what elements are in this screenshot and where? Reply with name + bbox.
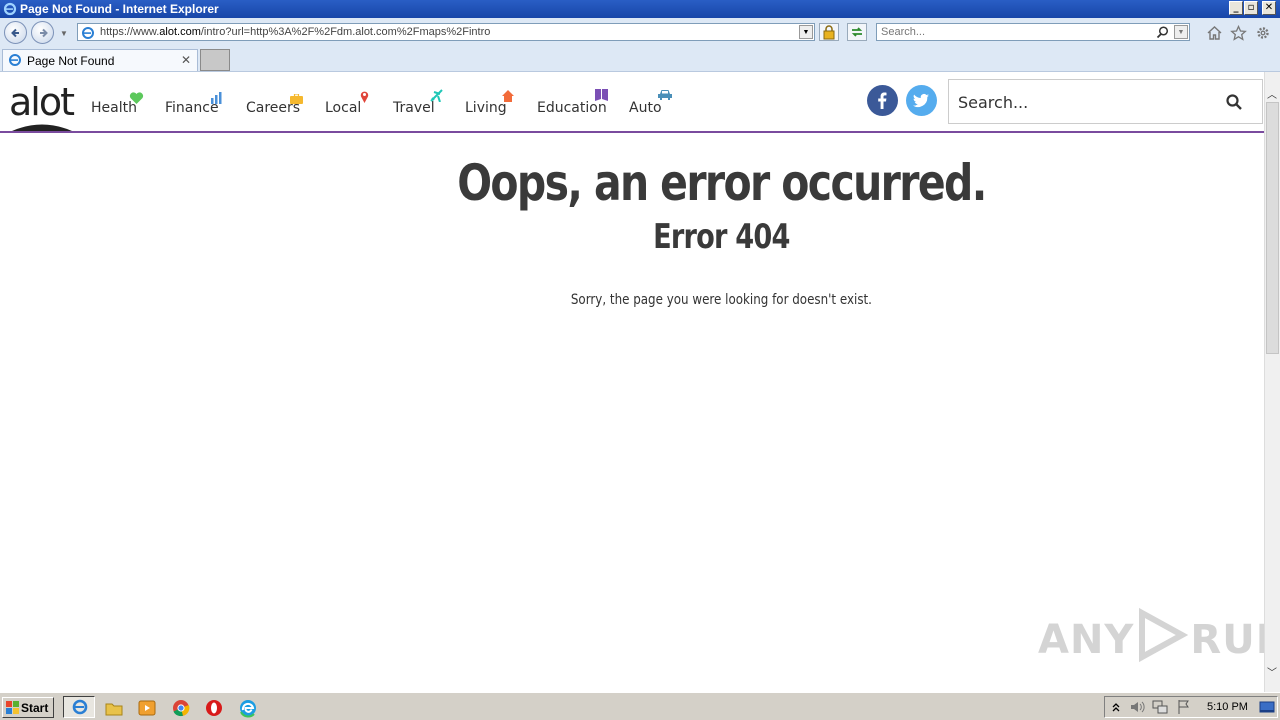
refresh-arrows-icon [851,27,863,37]
search-dropdown-icon[interactable]: ▼ [1174,25,1188,39]
favorites-star-icon[interactable] [1230,25,1247,41]
tab-page-not-found[interactable]: Page Not Found ✕ [2,49,198,71]
ie-page-icon [9,54,21,66]
search-icon[interactable] [1226,94,1242,110]
house-icon [502,90,514,102]
twitter-icon [913,93,929,108]
system-tray [1104,696,1278,718]
page-viewport: alot Health Finance Careers Local Travel… [0,72,1264,692]
bar-chart-icon [211,92,222,104]
new-tab-button[interactable] [200,49,230,71]
edge-icon[interactable] [238,698,258,718]
internet-explorer-icon [3,2,17,16]
site-logo[interactable]: alot [9,82,75,122]
restore-button[interactable]: ▫ [1244,1,1258,15]
briefcase-icon [290,94,303,104]
car-icon [658,90,672,100]
home-icon[interactable] [1206,25,1223,41]
close-tab-icon[interactable]: ✕ [181,53,191,67]
windows-taskbar: Start 5:10 PM [0,692,1280,720]
search-icon[interactable] [1156,26,1169,39]
forward-arrow-icon [40,28,48,38]
taskbar-clock[interactable]: 5:10 PM [1207,701,1248,713]
windows-flag-icon [6,701,19,714]
address-dropdown-icon[interactable]: ▼ [799,25,813,39]
airplane-icon [430,89,443,102]
back-button[interactable] [4,21,27,44]
lock-icon [823,25,835,40]
compatibility-view-button[interactable] [847,23,867,41]
tab-label: Page Not Found [27,54,115,68]
facebook-button[interactable] [867,85,898,116]
browser-search-placeholder: Search... [881,26,926,38]
site-header: alot Health Finance Careers Local Travel… [0,72,1264,133]
history-dropdown-icon[interactable]: ▼ [60,29,68,38]
scroll-down-arrow-icon[interactable]: ﹀ [1267,664,1277,679]
error-code: Error 404 [653,217,790,257]
opera-icon[interactable] [204,698,224,718]
media-player-icon[interactable] [137,698,157,718]
ie-page-icon [82,27,94,39]
error-title: Oops, an error occurred. [457,154,987,212]
security-lock-button[interactable] [819,23,839,41]
play-triangle-icon [1139,607,1189,663]
map-pin-icon [360,91,369,103]
tab-bar: Page Not Found ✕ [0,47,1280,72]
book-icon [595,89,608,101]
anyrun-watermark: ANYRUN [1038,607,1264,663]
network-icon[interactable] [1152,699,1168,715]
twitter-button[interactable] [906,85,937,116]
browser-search-box[interactable]: Search... ▼ [876,23,1190,41]
gear-icon[interactable] [1255,25,1271,41]
action-center-flag-icon[interactable] [1177,699,1191,715]
logo-swoosh [12,124,72,131]
vertical-scrollbar[interactable]: ︿ ﹀ [1264,72,1280,692]
error-message: Sorry, the page you were looking for doe… [570,292,872,308]
address-url[interactable]: https://www.alot.com/intro?url=http%3A%2… [100,26,490,38]
window-title-bar: Page Not Found - Internet Explorer _ ▫ ✕ [0,0,1280,18]
site-search-input[interactable]: Search... [948,79,1263,124]
close-window-button[interactable]: ✕ [1262,1,1276,15]
chrome-icon[interactable] [171,698,191,718]
show-desktop-icon[interactable] [1259,699,1275,715]
volume-icon[interactable] [1129,699,1145,715]
heart-icon [129,92,144,104]
facebook-icon [878,92,887,109]
address-bar[interactable]: https://www.alot.com/intro?url=http%3A%2… [77,23,815,41]
taskbar-internet-explorer[interactable] [63,696,95,718]
scrollbar-thumb[interactable] [1266,102,1279,354]
browser-navigation-bar: ▼ https://www.alot.com/intro?url=http%3A… [0,18,1280,47]
forward-button[interactable] [31,21,54,44]
minimize-button[interactable]: _ [1229,1,1243,15]
internet-explorer-icon [72,699,88,715]
window-title: Page Not Found - Internet Explorer [20,2,219,16]
start-button[interactable]: Start [2,697,54,718]
scroll-up-arrow-icon[interactable]: ︿ [1267,86,1277,101]
back-arrow-icon [11,28,19,38]
show-hidden-icons-icon[interactable] [1111,700,1121,714]
site-search-placeholder: Search... [958,93,1029,112]
file-explorer-icon[interactable] [104,698,124,718]
